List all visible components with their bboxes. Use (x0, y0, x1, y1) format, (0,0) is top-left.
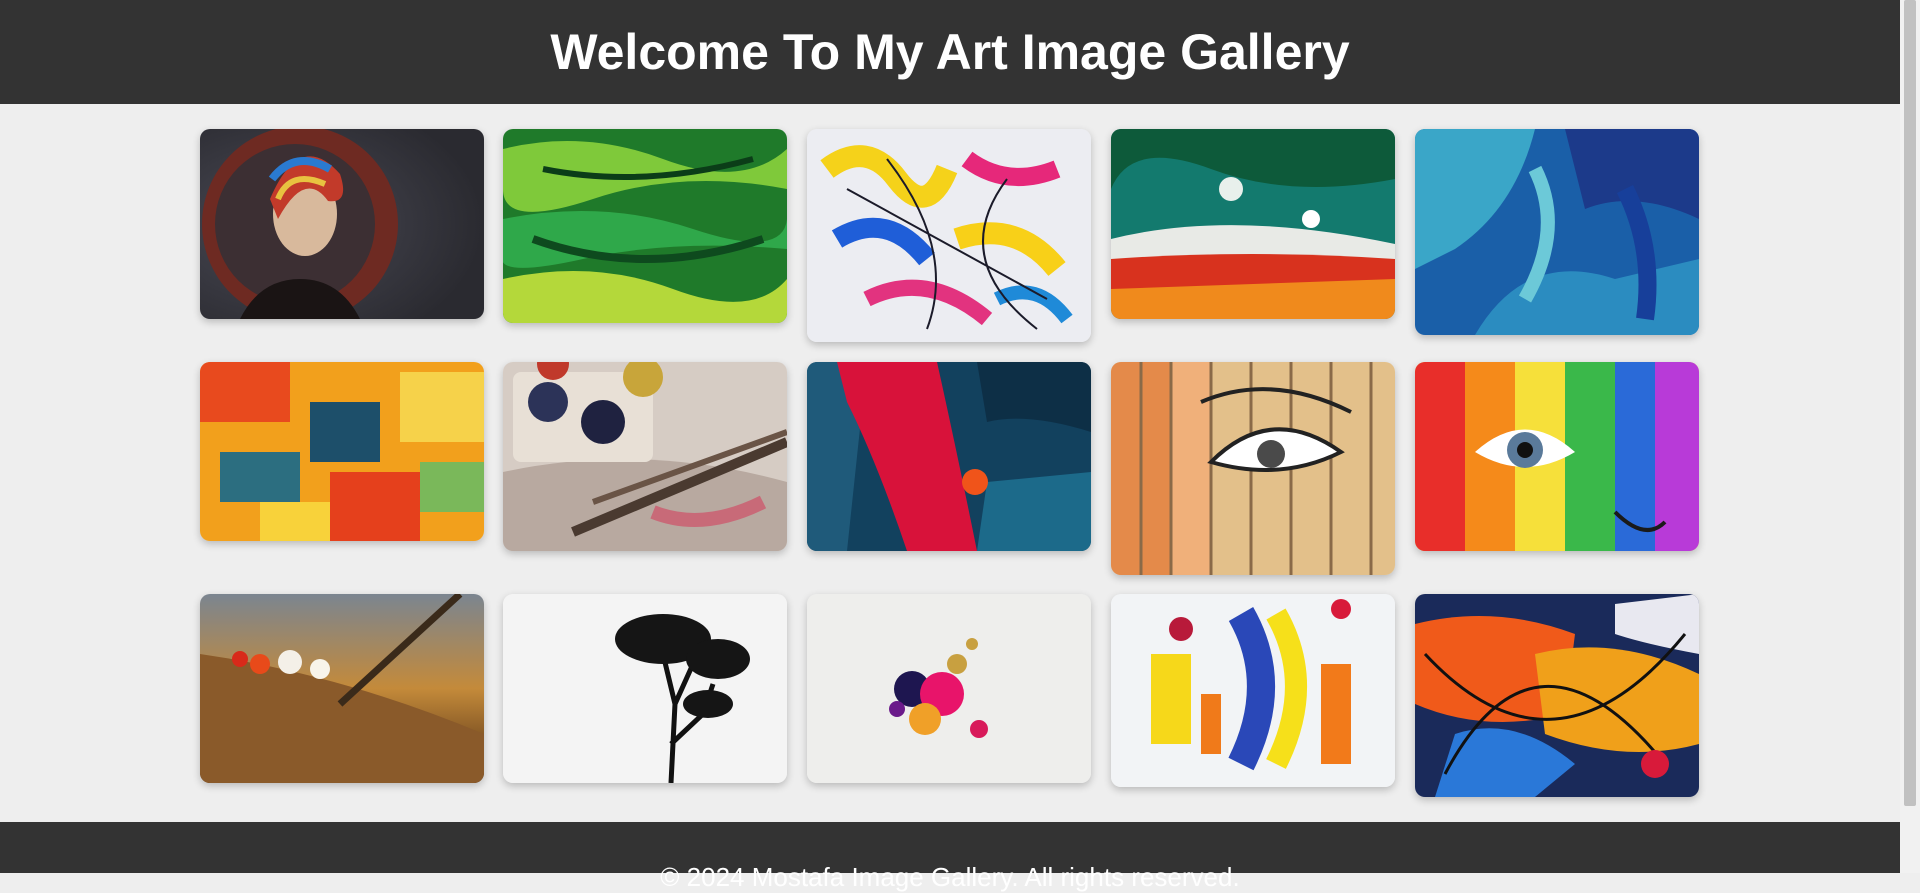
gallery-image-orange-patchwork[interactable] (200, 362, 484, 541)
gallery-image-colorful-strokes[interactable] (807, 129, 1091, 342)
gallery-image-green-abstract[interactable] (503, 129, 787, 323)
gallery-image-red-blue[interactable] (807, 362, 1091, 551)
gallery-image-portrait[interactable] (200, 129, 484, 319)
gallery-image-palette-brushes[interactable] (503, 362, 787, 551)
gallery-image-yellow-blue[interactable] (1111, 594, 1395, 787)
gallery-image-teal-red[interactable] (1111, 129, 1395, 319)
vertical-scrollbar[interactable] (1900, 0, 1920, 873)
gallery-image-brush-palette[interactable] (200, 594, 484, 783)
page-header: Welcome To My Art Image Gallery (0, 0, 1900, 104)
page-footer: © 2024 Mostafa Image Gallery. All rights… (0, 822, 1900, 892)
gallery-image-tree-silhouette[interactable] (503, 594, 787, 783)
gallery-image-pollock[interactable] (1415, 594, 1699, 797)
gallery-image-rainbow-face[interactable] (1415, 362, 1699, 551)
gallery-image-paint-splash[interactable] (807, 594, 1091, 783)
gallery-image-eye-mural[interactable] (1111, 362, 1395, 575)
page-title: Welcome To My Art Image Gallery (550, 24, 1350, 80)
gallery-image-blue-texture[interactable] (1415, 129, 1699, 335)
footer-copyright: © 2024 Mostafa Image Gallery. All rights… (660, 862, 1240, 892)
scrollbar-thumb[interactable] (1904, 0, 1916, 806)
